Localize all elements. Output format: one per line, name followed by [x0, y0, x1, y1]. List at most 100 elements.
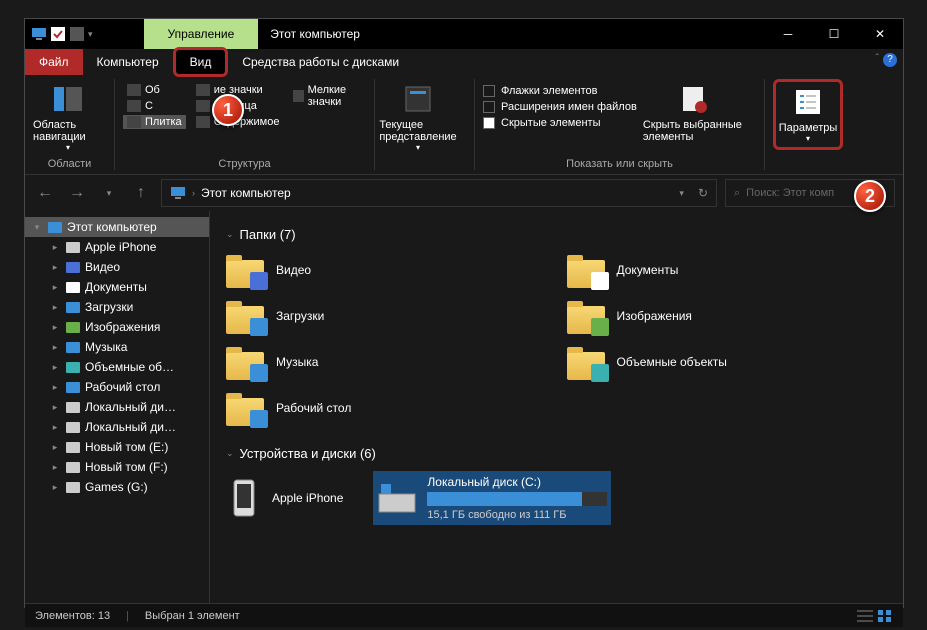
qa-icon[interactable]: [50, 26, 66, 42]
section-devices[interactable]: ⌄ Устройства и диски (6): [226, 446, 887, 461]
checkbox-item-flags[interactable]: Флажки элементов: [483, 85, 637, 97]
group-label: Области: [33, 156, 106, 170]
ribbon: Область навигации▾ Области Об С Плитка и…: [25, 75, 903, 175]
layout-tiles[interactable]: Плитка: [123, 115, 186, 129]
tree-item[interactable]: ▸Games (G:): [25, 477, 209, 497]
tab-disk-tools[interactable]: Средства работы с дисками: [228, 49, 413, 75]
tree-item[interactable]: ▸Локальный ди…: [25, 397, 209, 417]
tab-computer[interactable]: Компьютер: [83, 49, 173, 75]
qa-dropdown-icon[interactable]: ▾: [88, 29, 93, 40]
icons-view-icon[interactable]: [877, 609, 893, 623]
music-icon: [65, 339, 81, 355]
folder-item[interactable]: Документы: [567, 252, 888, 288]
layout-small-icons[interactable]: Мелкие значки: [289, 83, 366, 109]
refresh-icon[interactable]: ↻: [698, 186, 708, 200]
navigation-pane-button[interactable]: Область навигации▾: [33, 79, 103, 152]
chevron-down-icon[interactable]: ▾: [679, 188, 684, 199]
current-view-icon: [402, 83, 434, 115]
breadcrumb[interactable]: Этот компьютер: [201, 186, 291, 200]
checkbox-hidden[interactable]: Скрытые элементы: [483, 117, 637, 129]
titlebar: ▾ Управление Этот компьютер ─ ☐ ✕: [25, 19, 903, 49]
context-tab[interactable]: Управление: [144, 19, 259, 49]
folder-item[interactable]: Видео: [226, 252, 547, 288]
tree-item[interactable]: ▸Объемные об…: [25, 357, 209, 377]
layout-extra-large[interactable]: Об: [123, 83, 186, 97]
current-view-button[interactable]: Текущее представление▾: [383, 79, 453, 152]
pc-icon: [31, 26, 47, 42]
hide-selected-button[interactable]: Скрыть выбранные элементы: [643, 79, 743, 143]
help-icon[interactable]: ?: [883, 53, 897, 67]
chevron-icon[interactable]: ▸: [49, 402, 61, 413]
chevron-icon[interactable]: ▾: [31, 222, 43, 233]
folder-item[interactable]: Объемные объекты: [567, 344, 888, 380]
tab-file[interactable]: Файл: [25, 49, 83, 75]
tree-item[interactable]: ▸Новый том (E:): [25, 437, 209, 457]
layout-large[interactable]: ие значки: [192, 83, 284, 97]
options-button[interactable]: Параметры▾: [773, 79, 843, 150]
device-iphone[interactable]: Apple iPhone: [226, 478, 343, 518]
chevron-icon[interactable]: ▸: [49, 282, 61, 293]
chevron-icon[interactable]: ▸: [49, 302, 61, 313]
maximize-button[interactable]: ☐: [811, 19, 857, 49]
tree-item[interactable]: ▾Этот компьютер: [25, 217, 209, 237]
tree-item[interactable]: ▸Локальный ди…: [25, 417, 209, 437]
tree-item[interactable]: ▸Новый том (F:): [25, 457, 209, 477]
folder-item[interactable]: Музыка: [226, 344, 547, 380]
chevron-icon[interactable]: ▸: [49, 322, 61, 333]
forward-button[interactable]: →: [65, 181, 89, 205]
recent-dropdown-icon[interactable]: ▾: [97, 181, 121, 205]
tree-item[interactable]: ▸Музыка: [25, 337, 209, 357]
tree-item[interactable]: ▸Видео: [25, 257, 209, 277]
chevron-icon[interactable]: ▸: [49, 482, 61, 493]
tree-item[interactable]: ▸Изображения: [25, 317, 209, 337]
section-folders[interactable]: ⌄ Папки (7): [226, 227, 887, 242]
folder-item[interactable]: Рабочий стол: [226, 390, 547, 426]
drive-icon: [65, 479, 81, 495]
item-count: Элементов: 13: [35, 610, 110, 622]
drive-local-c[interactable]: Локальный диск (C:) 15,1 ГБ свободно из …: [373, 471, 611, 525]
drive-icon: [377, 480, 417, 516]
video-icon: [65, 259, 81, 275]
tree-item[interactable]: ▸Загрузки: [25, 297, 209, 317]
up-button[interactable]: ↑: [129, 181, 153, 205]
folder-icon: [567, 344, 607, 380]
folder-icon: [567, 298, 607, 334]
chevron-icon[interactable]: ▸: [49, 442, 61, 453]
qa-icon[interactable]: [69, 26, 85, 42]
ribbon-tabs: Файл Компьютер Вид Средства работы с дис…: [25, 49, 903, 75]
chevron-icon[interactable]: ▸: [49, 242, 61, 253]
address-box[interactable]: › Этот компьютер ▾ ↻: [161, 179, 717, 207]
layout-medium[interactable]: С: [123, 99, 186, 113]
download-icon: [65, 299, 81, 315]
close-button[interactable]: ✕: [857, 19, 903, 49]
chevron-icon[interactable]: ▸: [49, 262, 61, 273]
folder-item[interactable]: Загрузки: [226, 298, 547, 334]
chevron-icon[interactable]: ▸: [49, 422, 61, 433]
chevron-icon[interactable]: ▸: [49, 462, 61, 473]
group-label: Показать или скрыть: [483, 156, 756, 170]
collapse-ribbon-icon[interactable]: ˆ: [876, 53, 879, 64]
statusbar: Элементов: 13 | Выбран 1 элемент: [25, 603, 903, 627]
chevron-icon[interactable]: ▸: [49, 342, 61, 353]
phone-icon: [226, 478, 262, 518]
back-button[interactable]: ←: [33, 181, 57, 205]
minimize-button[interactable]: ─: [765, 19, 811, 49]
tab-view[interactable]: Вид: [173, 47, 229, 77]
pc-icon: [170, 185, 186, 201]
details-view-icon[interactable]: [857, 609, 873, 623]
chevron-down-icon: ⌄: [226, 448, 234, 459]
tree-item[interactable]: ▸Рабочий стол: [25, 377, 209, 397]
options-icon: [792, 86, 824, 118]
tree-item[interactable]: ▸Документы: [25, 277, 209, 297]
drive-icon: [65, 459, 81, 475]
callout-badge-2: 2: [854, 180, 886, 212]
checkbox-extensions[interactable]: Расширения имен файлов: [483, 101, 637, 113]
chevron-icon[interactable]: ▸: [49, 382, 61, 393]
folder-item[interactable]: Изображения: [567, 298, 888, 334]
desktop-icon: [65, 379, 81, 395]
chevron-icon[interactable]: ▸: [49, 362, 61, 373]
chevron-down-icon: ⌄: [226, 229, 234, 240]
drive-icon: [65, 399, 81, 415]
navigation-pane-icon: [52, 83, 84, 115]
tree-item[interactable]: ▸Apple iPhone: [25, 237, 209, 257]
